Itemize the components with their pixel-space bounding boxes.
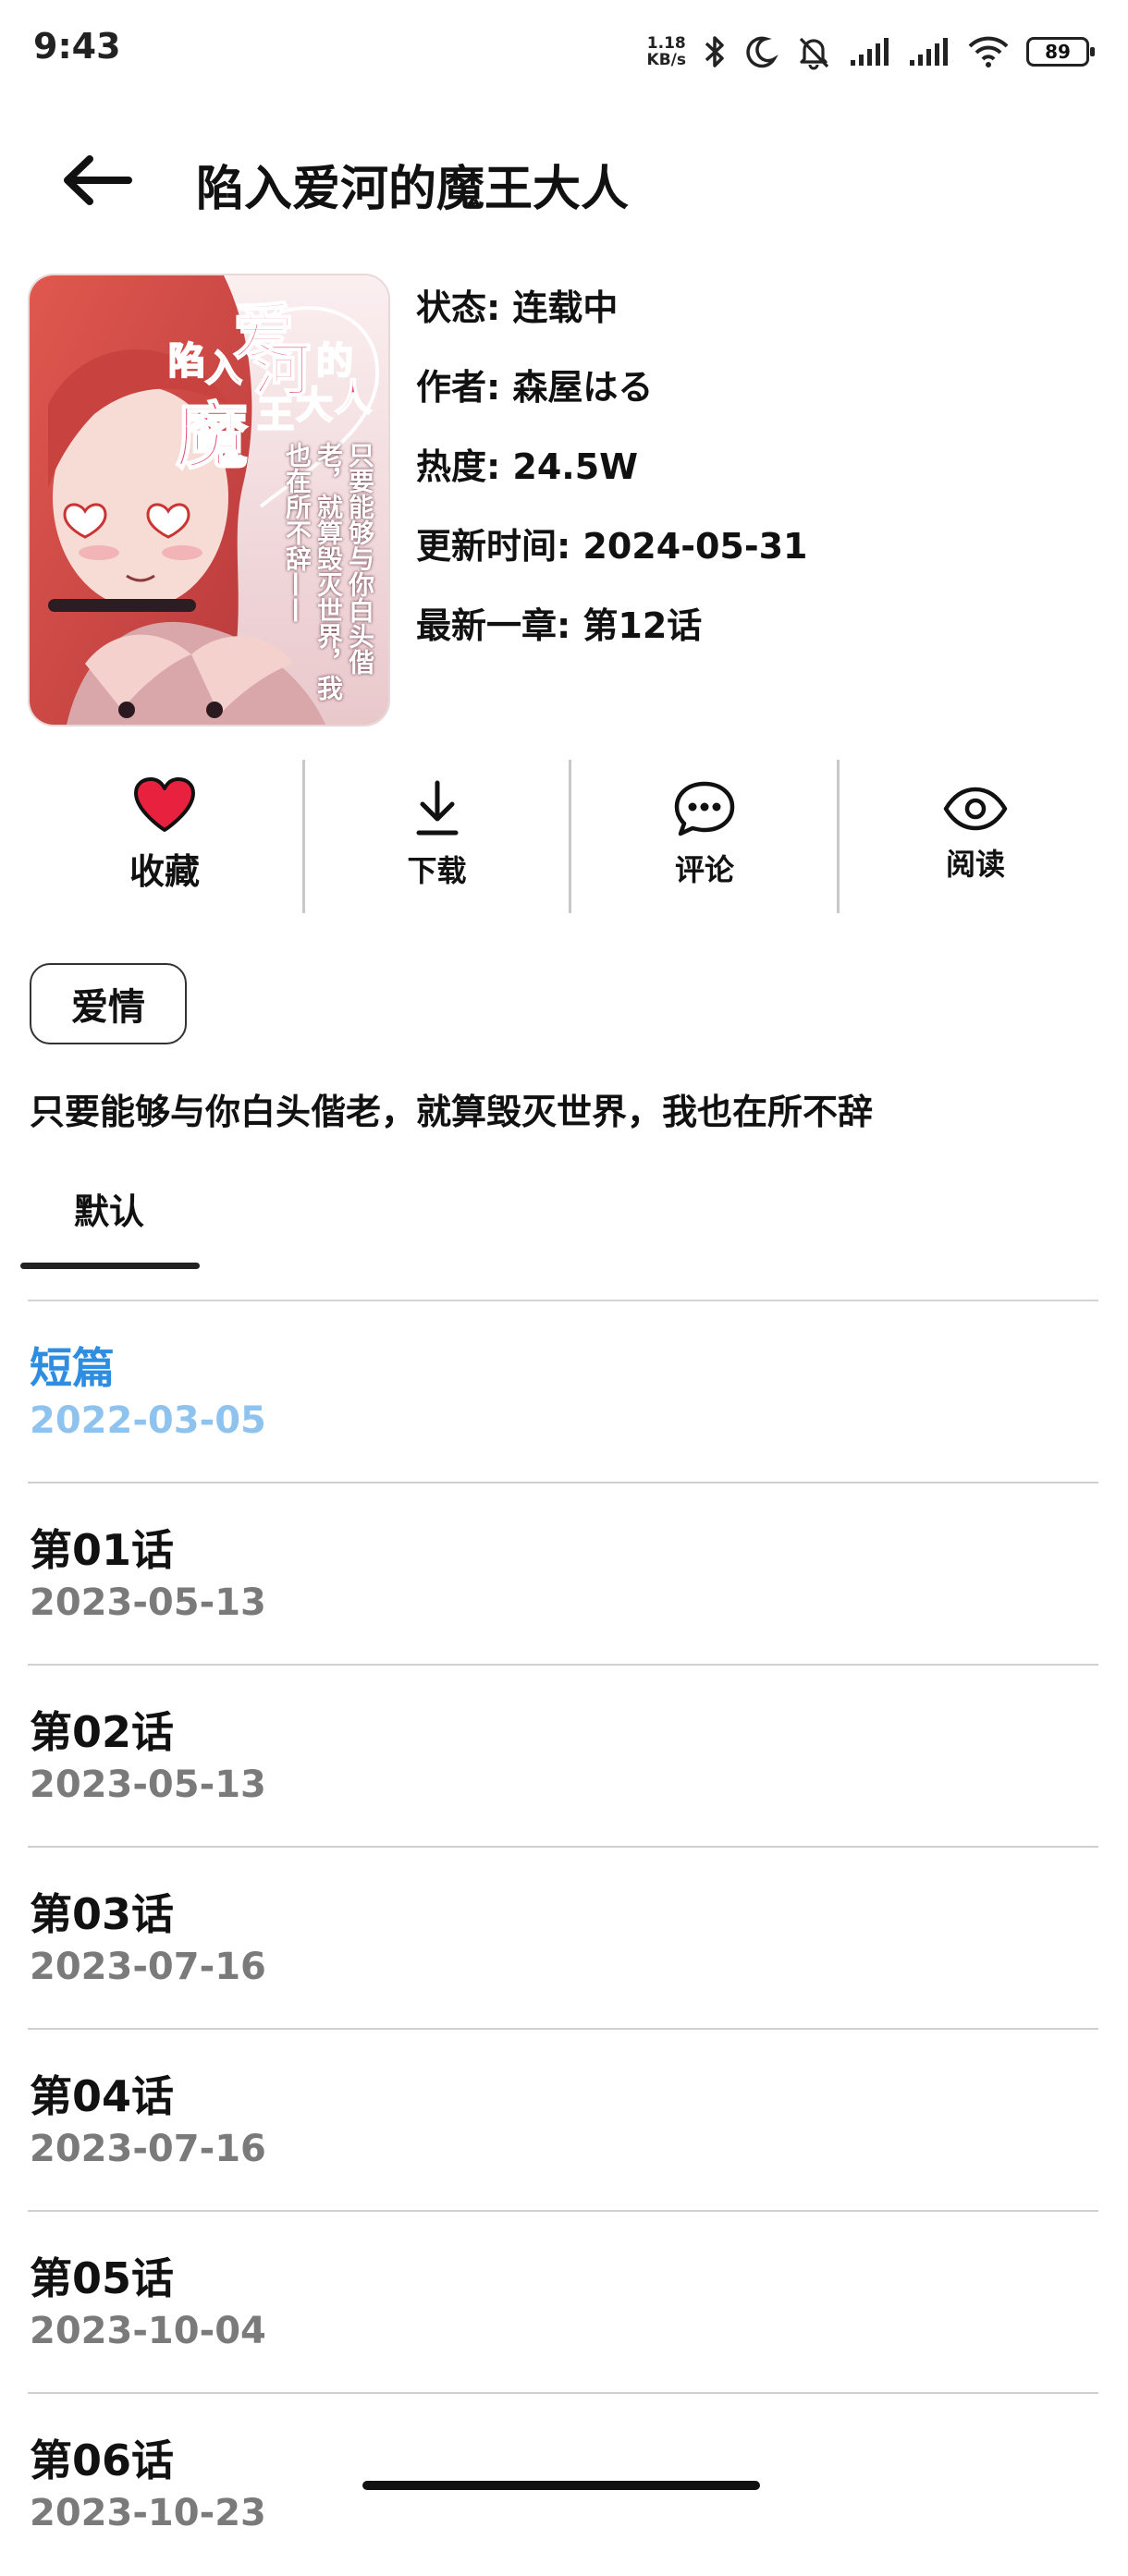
action-divider [837, 760, 840, 913]
status-time: 9:43 [33, 26, 121, 67]
chapter-title: 第03话 [30, 1889, 175, 1939]
wifi-icon [968, 36, 1009, 67]
cover-title-char: 王 [256, 393, 295, 437]
tab-indicator [20, 1263, 200, 1269]
chapter-date: 2023-05-13 [30, 1764, 266, 1806]
chapter-item[interactable]: 第05话 2023-10-04 [0, 2212, 1128, 2394]
info-popularity: 热度: 24.5W [416, 446, 639, 487]
signal-icon [910, 38, 948, 66]
info-status: 状态: 连载中 [416, 287, 619, 328]
action-bar: 收藏 下载 评论 阅读 [0, 756, 1128, 913]
chapter-title: 短篇 [30, 1343, 115, 1393]
chapter-date: 2023-07-16 [30, 2128, 266, 2170]
cover-title-char: 陷 [167, 339, 206, 384]
chapter-title: 第06话 [30, 2436, 175, 2485]
download-label: 下载 [407, 853, 467, 888]
chapter-date: 2022-03-05 [30, 1399, 266, 1442]
genre-tag[interactable]: 爱情 [30, 963, 187, 1044]
tab-default[interactable]: 默认 [74, 1183, 144, 1234]
comment-icon [674, 781, 735, 836]
network-speed-unit: KB/s [646, 51, 686, 69]
chapter-date: 2023-10-23 [30, 2492, 266, 2534]
chapter-date: 2023-07-16 [30, 1946, 266, 1988]
chapter-item[interactable]: 第03话 2023-07-16 [0, 1848, 1128, 2030]
chapter-date: 2023-10-04 [30, 2310, 266, 2352]
action-divider [302, 760, 305, 913]
chapter-item[interactable]: 第02话 2023-05-13 [0, 1666, 1128, 1848]
download-button[interactable]: 下载 [305, 756, 569, 913]
comic-description: 只要能够与你白头偕老，就算毁灭世界，我也在所不辞 [30, 1092, 874, 1132]
cover-tagline: 只要能够与你白头偕老，就算毁灭世界，我也在所不辞—— [282, 442, 375, 701]
cover-title-char: 魔 [175, 395, 249, 480]
chapter-title: 第05话 [30, 2253, 175, 2303]
chapter-item[interactable]: 第01话 2023-05-13 [0, 1483, 1128, 1666]
status-bar: 9:43 1.18 KB/s 89 [0, 0, 1128, 102]
favorite-button[interactable]: 收藏 [37, 756, 292, 913]
favorite-label: 收藏 [129, 850, 200, 892]
read-label: 阅读 [945, 847, 1005, 882]
comic-cover[interactable]: 爱 陷 入 河 的 魔 王 大 人 只要能够与你白头偕老，就算毁灭世界，我也在所… [28, 274, 390, 726]
info-author[interactable]: 作者: 森屋はる [416, 359, 653, 409]
read-button[interactable]: 阅读 [841, 756, 1110, 913]
cover-title-char: 大 [295, 384, 334, 428]
chapter-date: 2023-05-13 [30, 1581, 266, 1624]
page-title: 陷入爱河的魔王大人 [196, 162, 630, 217]
back-button[interactable] [55, 139, 139, 222]
signal-icon [851, 38, 889, 66]
chapter-title: 第02话 [30, 1707, 175, 1757]
arrow-left-icon [64, 155, 132, 205]
bell-off-icon [799, 37, 829, 70]
home-indicator[interactable] [362, 2481, 760, 2490]
chapter-title: 第04话 [30, 2071, 175, 2121]
info-updated: 更新时间: 2024-05-31 [416, 526, 808, 567]
moon-icon [746, 36, 779, 68]
battery-icon: 89 [1026, 37, 1095, 67]
bluetooth-icon [705, 36, 724, 67]
chapter-item[interactable]: 第04话 2023-07-16 [0, 2030, 1128, 2212]
chapter-title: 第01话 [30, 1525, 175, 1575]
comment-button[interactable]: 评论 [571, 756, 838, 913]
info-latest-chapter: 最新一章: 第12话 [416, 605, 703, 646]
cover-title-char: 人 [334, 376, 373, 421]
chapter-item[interactable]: 短篇 2022-03-05 [0, 1301, 1128, 1483]
action-divider [569, 760, 571, 913]
download-icon [416, 780, 458, 836]
eye-icon [943, 787, 1008, 831]
comment-label: 评论 [674, 852, 734, 887]
heart-icon [134, 776, 195, 832]
network-speed-value: 1.18 [646, 34, 686, 53]
status-icons: 1.18 KB/s 89 [647, 26, 1095, 78]
network-speed: 1.18 KB/s [647, 35, 686, 68]
